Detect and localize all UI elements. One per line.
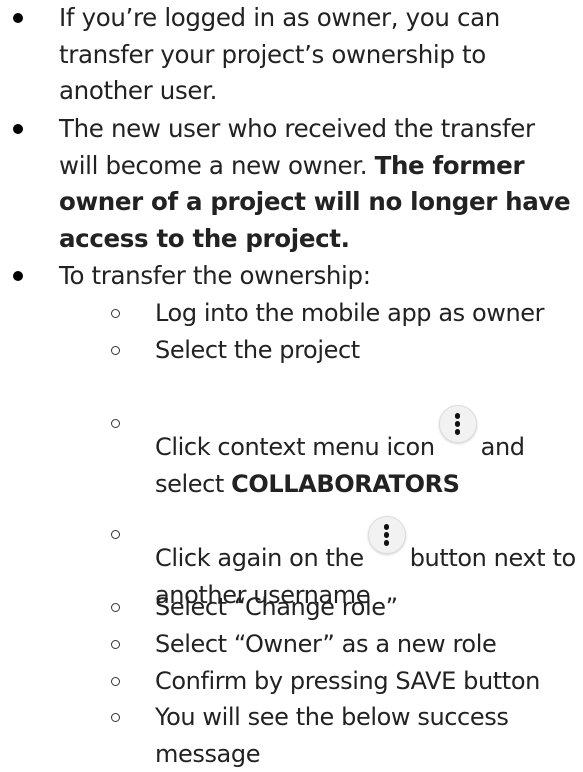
step-text: Confirm by pressing SAVE button	[155, 667, 540, 695]
bullet-circle	[111, 677, 120, 686]
step-text: Log into the mobile app as owner	[155, 299, 545, 327]
bullet-text: If you’re logged in as owner, you can tr…	[59, 3, 500, 105]
bullet-circle	[111, 346, 120, 355]
step-text: Click context menu icon and select COLLAB…	[155, 405, 583, 502]
bullet-circle	[111, 640, 120, 649]
step-text: Select “Change role”	[155, 593, 398, 621]
step-text: Select “Owner” as a new role	[155, 630, 497, 658]
step-text: Select the project	[155, 336, 360, 364]
bullet-dot	[13, 271, 23, 281]
bullet-circle	[111, 713, 120, 722]
bullet-circle	[111, 530, 120, 539]
bullet-text: To transfer the ownership:	[59, 261, 371, 290]
bullet-dot	[13, 124, 23, 134]
step-text-regular: Click again on the	[155, 544, 364, 572]
step-text-regular: Click context menu icon	[155, 433, 435, 461]
context-menu-icon	[367, 516, 406, 554]
step-text-bold: COLLABORATORS	[231, 469, 460, 498]
bullet-text: The new user who received the transfer w…	[59, 111, 579, 257]
context-menu-icon	[438, 405, 477, 443]
bullet-circle	[111, 419, 120, 428]
bullet-circle	[111, 603, 120, 612]
document-page: If you’re logged in as owner, you can tr…	[0, 0, 583, 768]
bullet-dot	[13, 13, 23, 23]
bullet-circle	[111, 309, 120, 318]
step-text: You will see the below success message	[155, 703, 509, 768]
